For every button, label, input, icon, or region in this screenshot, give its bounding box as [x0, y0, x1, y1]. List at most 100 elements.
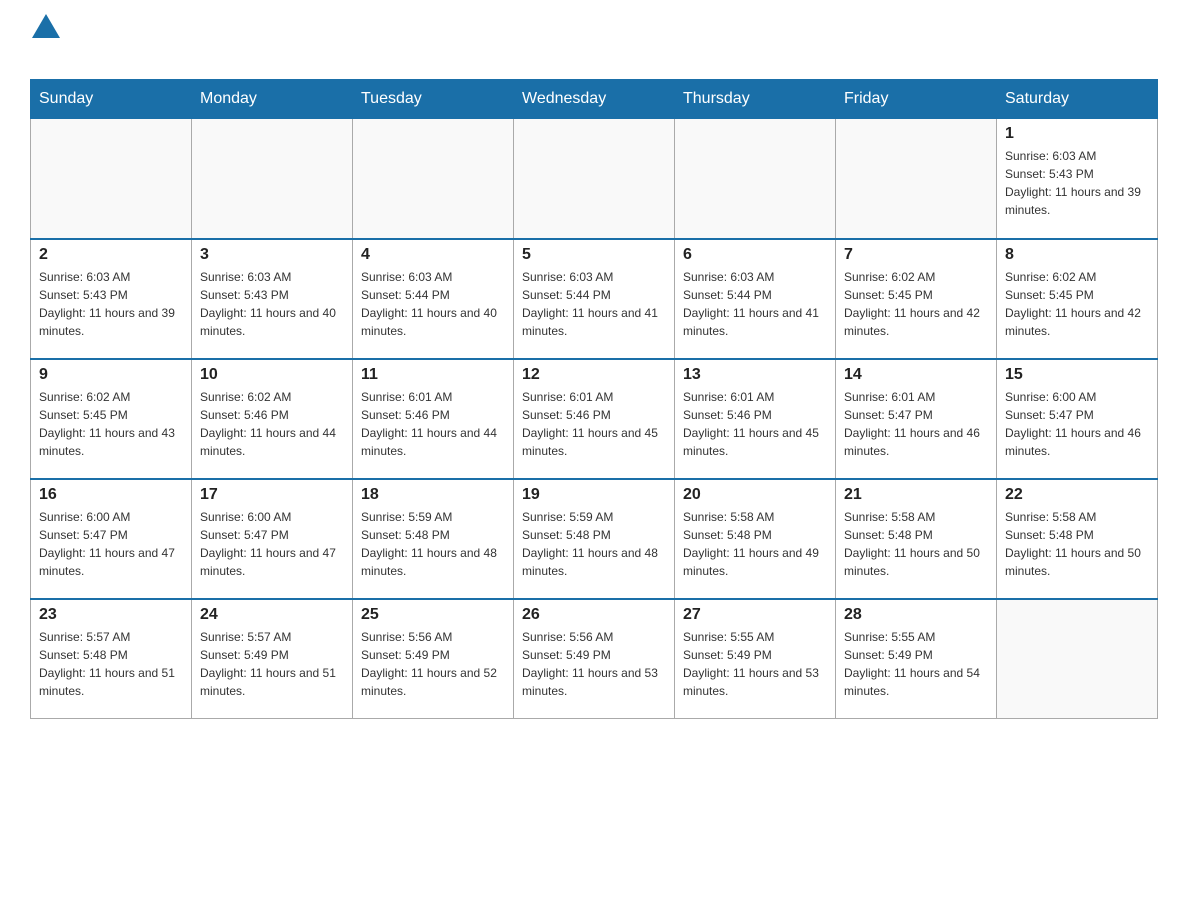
day-number: 7 — [844, 246, 988, 264]
calendar-cell: 8 Sunrise: 6:02 AMSunset: 5:45 PMDaylight… — [997, 239, 1158, 359]
day-number: 9 — [39, 366, 183, 384]
day-number: 24 — [200, 606, 344, 624]
calendar-cell: 26Sunrise: 5:56 AMSunset: 5:49 PMDayligh… — [514, 599, 675, 719]
day-info: Sunrise: 6:03 AMSunset: 5:44 PMDaylight:… — [522, 268, 666, 340]
day-info: Sunrise: 5:58 AMSunset: 5:48 PMDaylight:… — [844, 508, 988, 580]
calendar-cell — [836, 119, 997, 239]
calendar-cell — [353, 119, 514, 239]
calendar-cell: 13 Sunrise: 6:01 AMSunset: 5:46 PMDayligh… — [675, 359, 836, 479]
calendar-cell: 3Sunrise: 6:03 AMSunset: 5:43 PMDaylight… — [192, 239, 353, 359]
weekday-header-wednesday: Wednesday — [514, 80, 675, 119]
day-info: Sunrise: 6:03 AMSunset: 5:43 PMDaylight:… — [200, 268, 344, 340]
day-info: Sunrise: 6:03 AMSunset: 5:43 PMDaylight:… — [39, 268, 183, 340]
calendar-cell: 23 Sunrise: 5:57 AMSunset: 5:48 PMDayligh… — [31, 599, 192, 719]
day-number: 22 — [1005, 486, 1149, 504]
day-number: 5 — [522, 246, 666, 264]
calendar-cell — [997, 599, 1158, 719]
logo-line2 — [30, 38, 60, 69]
page-header — [30, 20, 1158, 69]
day-number: 13 — [683, 366, 827, 384]
day-number: 8 — [1005, 246, 1149, 264]
day-number: 12 — [522, 366, 666, 384]
day-info: Sunrise: 5:56 AMSunset: 5:49 PMDaylight:… — [361, 628, 505, 700]
calendar-cell: 12 Sunrise: 6:01 AMSunset: 5:46 PMDayligh… — [514, 359, 675, 479]
day-info: Sunrise: 5:58 AMSunset: 5:48 PMDaylight:… — [683, 508, 827, 580]
day-number: 4 — [361, 246, 505, 264]
day-info: Sunrise: 5:56 AMSunset: 5:49 PMDaylight:… — [522, 628, 666, 700]
calendar-cell: 16Sunrise: 6:00 AMSunset: 5:47 PMDayligh… — [31, 479, 192, 599]
day-number: 25 — [361, 606, 505, 624]
day-info: Sunrise: 5:59 AMSunset: 5:48 PMDaylight:… — [522, 508, 666, 580]
logo-triangle-icon — [32, 14, 60, 38]
calendar-cell: 11Sunrise: 6:01 AMSunset: 5:46 PMDayligh… — [353, 359, 514, 479]
day-number: 15 — [1005, 366, 1149, 384]
day-number: 17 — [200, 486, 344, 504]
weekday-header-sunday: Sunday — [31, 80, 192, 119]
day-info: Sunrise: 5:58 AMSunset: 5:48 PMDaylight:… — [1005, 508, 1149, 580]
weekday-header-tuesday: Tuesday — [353, 80, 514, 119]
calendar-cell: 24 Sunrise: 5:57 AMSunset: 5:49 PMDayligh… — [192, 599, 353, 719]
day-info: Sunrise: 6:01 AMSunset: 5:47 PMDaylight:… — [844, 388, 988, 460]
day-number: 1 — [1005, 125, 1149, 143]
day-number: 11 — [361, 366, 505, 384]
day-info: Sunrise: 5:59 AMSunset: 5:48 PMDaylight:… — [361, 508, 505, 580]
calendar-cell — [31, 119, 192, 239]
day-info: Sunrise: 6:03 AMSunset: 5:44 PMDaylight:… — [683, 268, 827, 340]
day-info: Sunrise: 6:00 AMSunset: 5:47 PMDaylight:… — [200, 508, 344, 580]
day-number: 19 — [522, 486, 666, 504]
day-number: 6 — [683, 246, 827, 264]
calendar-week-2: 2 Sunrise: 6:03 AMSunset: 5:43 PMDaylight… — [31, 239, 1158, 359]
day-number: 21 — [844, 486, 988, 504]
calendar-cell: 14 Sunrise: 6:01 AMSunset: 5:47 PMDayligh… — [836, 359, 997, 479]
day-info: Sunrise: 6:01 AMSunset: 5:46 PMDaylight:… — [683, 388, 827, 460]
day-number: 2 — [39, 246, 183, 264]
logo — [30, 20, 60, 69]
day-info: Sunrise: 6:02 AMSunset: 5:45 PMDaylight:… — [1005, 268, 1149, 340]
calendar-cell: 19 Sunrise: 5:59 AMSunset: 5:48 PMDayligh… — [514, 479, 675, 599]
day-number: 23 — [39, 606, 183, 624]
calendar-cell: 28 Sunrise: 5:55 AMSunset: 5:49 PMDayligh… — [836, 599, 997, 719]
calendar-cell: 17 Sunrise: 6:00 AMSunset: 5:47 PMDayligh… — [192, 479, 353, 599]
calendar-week-3: 9 Sunrise: 6:02 AMSunset: 5:45 PMDaylight… — [31, 359, 1158, 479]
calendar-cell — [675, 119, 836, 239]
day-info: Sunrise: 5:57 AMSunset: 5:49 PMDaylight:… — [200, 628, 344, 700]
calendar-cell: 1 Sunrise: 6:03 AMSunset: 5:43 PMDaylight… — [997, 119, 1158, 239]
calendar-cell: 5 Sunrise: 6:03 AMSunset: 5:44 PMDaylight… — [514, 239, 675, 359]
calendar-cell: 9 Sunrise: 6:02 AMSunset: 5:45 PMDaylight… — [31, 359, 192, 479]
day-info: Sunrise: 5:55 AMSunset: 5:49 PMDaylight:… — [844, 628, 988, 700]
calendar-table: SundayMondayTuesdayWednesdayThursdayFrid… — [30, 79, 1158, 719]
weekday-header-thursday: Thursday — [675, 80, 836, 119]
day-number: 16 — [39, 486, 183, 504]
day-info: Sunrise: 6:03 AMSunset: 5:43 PMDaylight:… — [1005, 147, 1149, 219]
calendar-cell — [514, 119, 675, 239]
day-info: Sunrise: 6:01 AMSunset: 5:46 PMDaylight:… — [522, 388, 666, 460]
calendar-week-1: 1 Sunrise: 6:03 AMSunset: 5:43 PMDaylight… — [31, 119, 1158, 239]
day-number: 18 — [361, 486, 505, 504]
calendar-cell — [192, 119, 353, 239]
calendar-cell: 4Sunrise: 6:03 AMSunset: 5:44 PMDaylight… — [353, 239, 514, 359]
day-info: Sunrise: 6:02 AMSunset: 5:45 PMDaylight:… — [39, 388, 183, 460]
calendar-cell: 7 Sunrise: 6:02 AMSunset: 5:45 PMDaylight… — [836, 239, 997, 359]
calendar-cell: 10Sunrise: 6:02 AMSunset: 5:46 PMDayligh… — [192, 359, 353, 479]
weekday-header-row: SundayMondayTuesdayWednesdayThursdayFrid… — [31, 80, 1158, 119]
weekday-header-saturday: Saturday — [997, 80, 1158, 119]
day-info: Sunrise: 6:02 AMSunset: 5:46 PMDaylight:… — [200, 388, 344, 460]
calendar-cell: 18 Sunrise: 5:59 AMSunset: 5:48 PMDayligh… — [353, 479, 514, 599]
day-info: Sunrise: 5:57 AMSunset: 5:48 PMDaylight:… — [39, 628, 183, 700]
day-number: 20 — [683, 486, 827, 504]
logo-line1 — [30, 20, 60, 38]
calendar-cell: 22 Sunrise: 5:58 AMSunset: 5:48 PMDayligh… — [997, 479, 1158, 599]
calendar-cell: 21 Sunrise: 5:58 AMSunset: 5:48 PMDayligh… — [836, 479, 997, 599]
calendar-cell: 6 Sunrise: 6:03 AMSunset: 5:44 PMDaylight… — [675, 239, 836, 359]
calendar-week-4: 16 Sunrise: 6:00 AMSunset: 5:47 PMDayligh… — [31, 479, 1158, 599]
calendar-week-5: 23 Sunrise: 5:57 AMSunset: 5:48 PMDayligh… — [31, 599, 1158, 719]
weekday-header-monday: Monday — [192, 80, 353, 119]
day-number: 27 — [683, 606, 827, 624]
calendar-cell: 27 Sunrise: 5:55 AMSunset: 5:49 PMDayligh… — [675, 599, 836, 719]
weekday-header-friday: Friday — [836, 80, 997, 119]
day-info: Sunrise: 6:02 AMSunset: 5:45 PMDaylight:… — [844, 268, 988, 340]
calendar-cell: 15Sunrise: 6:00 AMSunset: 5:47 PMDayligh… — [997, 359, 1158, 479]
day-number: 14 — [844, 366, 988, 384]
day-number: 28 — [844, 606, 988, 624]
day-info: Sunrise: 5:55 AMSunset: 5:49 PMDaylight:… — [683, 628, 827, 700]
